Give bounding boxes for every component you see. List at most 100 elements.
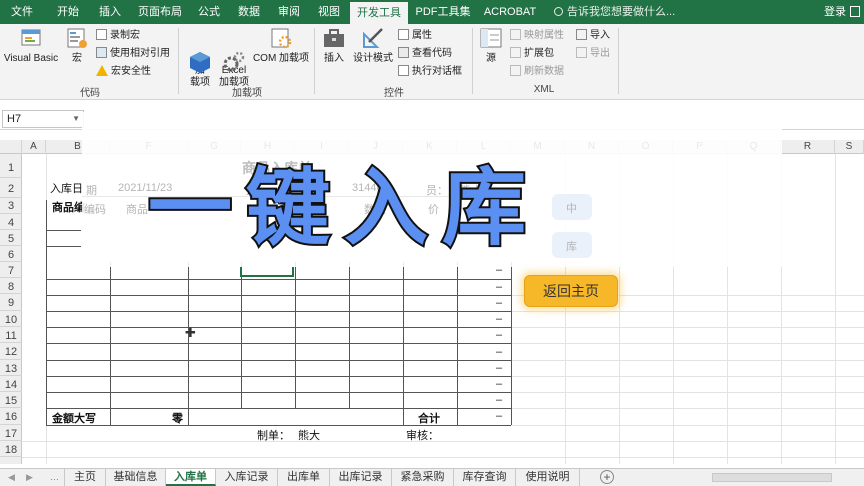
column-header[interactable]: R: [781, 140, 835, 154]
gridline: [511, 392, 864, 393]
properties-button[interactable]: 属性: [398, 28, 432, 44]
tab-data[interactable]: 数据: [232, 0, 266, 24]
row-header[interactable]: 1: [0, 154, 22, 178]
tab-page-layout[interactable]: 页面布局: [134, 0, 186, 24]
row-header[interactable]: 12: [0, 343, 22, 360]
maker-label: 制单：: [257, 430, 290, 442]
row-header[interactable]: 5: [0, 230, 22, 246]
row-header[interactable]: 13: [0, 360, 22, 376]
table-border: [511, 262, 512, 425]
product-code-header: 商品编: [52, 202, 85, 214]
row-header[interactable]: 3: [0, 198, 22, 214]
tab-view[interactable]: 视图: [312, 0, 346, 24]
column-header[interactable]: A: [22, 140, 46, 154]
row-header[interactable]: 11: [0, 327, 22, 343]
expansion-packs-button[interactable]: 扩展包: [510, 46, 554, 62]
xml-source-icon: [479, 26, 503, 50]
row-header[interactable]: 9: [0, 294, 22, 311]
addins-button[interactable]: 加 载项: [184, 26, 216, 89]
tab-home[interactable]: 开始: [50, 0, 86, 24]
com-addins-icon: [269, 26, 293, 50]
login-link[interactable]: 登录: [824, 0, 846, 24]
record-macro-button[interactable]: 录制宏: [96, 28, 140, 44]
visual-basic-icon: [19, 26, 43, 50]
column-product: 商品: [126, 204, 148, 216]
share-icon[interactable]: [850, 6, 860, 17]
next-sheet-icon[interactable]: ▶: [26, 472, 33, 483]
refresh-data-button[interactable]: 刷新数据: [510, 64, 564, 80]
sheet-tab-stock-out-form[interactable]: 出库单: [278, 469, 330, 486]
row-header[interactable]: 10: [0, 311, 22, 327]
amount-cell: –: [496, 346, 503, 358]
map-properties-button[interactable]: 映射属性: [510, 28, 564, 44]
tab-file[interactable]: 文件: [4, 0, 40, 24]
sheet-tab-home[interactable]: 主页: [64, 469, 106, 486]
row-header[interactable]: 2: [0, 178, 22, 198]
insert-control-button[interactable]: 插入: [318, 26, 350, 65]
macro-security-button[interactable]: 宏安全性: [96, 64, 151, 80]
table-border: [241, 262, 242, 409]
tab-acrobat[interactable]: ACROBAT: [480, 0, 540, 24]
column-header[interactable]: S: [835, 140, 864, 154]
name-box[interactable]: H7 ▼: [2, 110, 84, 128]
row-headers: 1 2 3 4 5 6 7 8 9 10 11 12 13 14 15 16 1…: [0, 154, 22, 464]
table-border: [403, 262, 404, 425]
horizontal-scrollbar[interactable]: [712, 473, 832, 482]
excel-addins-button[interactable]: Excel 加载项: [218, 26, 250, 89]
tab-developer[interactable]: 开发工具: [350, 2, 408, 24]
table-border: [46, 246, 81, 247]
relative-reference-button[interactable]: 使用相对引用: [96, 46, 170, 62]
row-header[interactable]: 16: [0, 408, 22, 425]
com-addins-button[interactable]: COM 加载项: [252, 26, 310, 65]
table-border: [188, 262, 189, 425]
row-header[interactable]: 14: [0, 376, 22, 392]
sheet-tab-inventory-query[interactable]: 库存查询: [454, 469, 516, 486]
view-code-button[interactable]: 查看代码: [398, 46, 452, 62]
amount-cell: –: [496, 297, 503, 309]
gridline: [511, 408, 864, 409]
map-properties-icon: [510, 29, 521, 40]
export-button[interactable]: 导出: [576, 46, 610, 62]
sheet-tab-basic-info[interactable]: 基础信息: [106, 469, 166, 486]
tab-review[interactable]: 审阅: [272, 0, 306, 24]
design-mode-button[interactable]: 设计模式: [350, 26, 396, 65]
table-border: [110, 262, 111, 425]
gridline: [22, 441, 864, 442]
prev-sheet-icon[interactable]: ◀: [8, 472, 15, 483]
sheet-tab-stock-out-records[interactable]: 出库记录: [330, 469, 392, 486]
gridline: [511, 327, 864, 328]
table-border: [46, 360, 511, 361]
sheet-tab-urgent-purchase[interactable]: 紧急采购: [392, 469, 454, 486]
tab-formulas[interactable]: 公式: [192, 0, 226, 24]
row-header[interactable]: 4: [0, 214, 22, 230]
row-header[interactable]: 15: [0, 392, 22, 408]
group-separator: [472, 28, 473, 94]
tell-me-search[interactable]: 告诉我您想要做什么...: [554, 0, 675, 24]
add-sheet-button[interactable]: +: [600, 470, 614, 484]
return-home-button[interactable]: 返回主页: [524, 275, 618, 307]
xml-source-button[interactable]: 源: [476, 26, 506, 65]
macros-button[interactable]: 宏: [62, 26, 92, 65]
group-separator: [178, 28, 179, 94]
table-border: [46, 392, 511, 393]
toolbox-icon: [322, 26, 346, 50]
import-button[interactable]: 导入: [576, 28, 610, 44]
chevron-down-icon[interactable]: ▼: [72, 111, 80, 127]
row-header[interactable]: 7: [0, 262, 22, 278]
sheet-tab-stock-in-form[interactable]: 入库单: [166, 469, 216, 486]
run-dialog-button[interactable]: 执行对话框: [398, 64, 462, 80]
row-header[interactable]: 18: [0, 441, 22, 457]
entry-date-label: 入库日: [50, 183, 83, 195]
tab-insert[interactable]: 插入: [94, 0, 126, 24]
gridline: [835, 154, 836, 464]
sheet-tab-instructions[interactable]: 使用说明: [516, 469, 580, 486]
select-all-corner[interactable]: [0, 140, 22, 154]
row-header[interactable]: 6: [0, 246, 22, 262]
gears-icon: [222, 38, 246, 72]
visual-basic-button[interactable]: Visual Basic: [2, 26, 60, 65]
tab-pdf-tools[interactable]: PDF工具集: [414, 0, 472, 24]
row-header[interactable]: 17: [0, 425, 22, 441]
sheet-tab-stock-in-records[interactable]: 入库记录: [216, 469, 278, 486]
row-header[interactable]: 8: [0, 278, 22, 294]
more-sheets-icon[interactable]: …: [50, 472, 59, 482]
